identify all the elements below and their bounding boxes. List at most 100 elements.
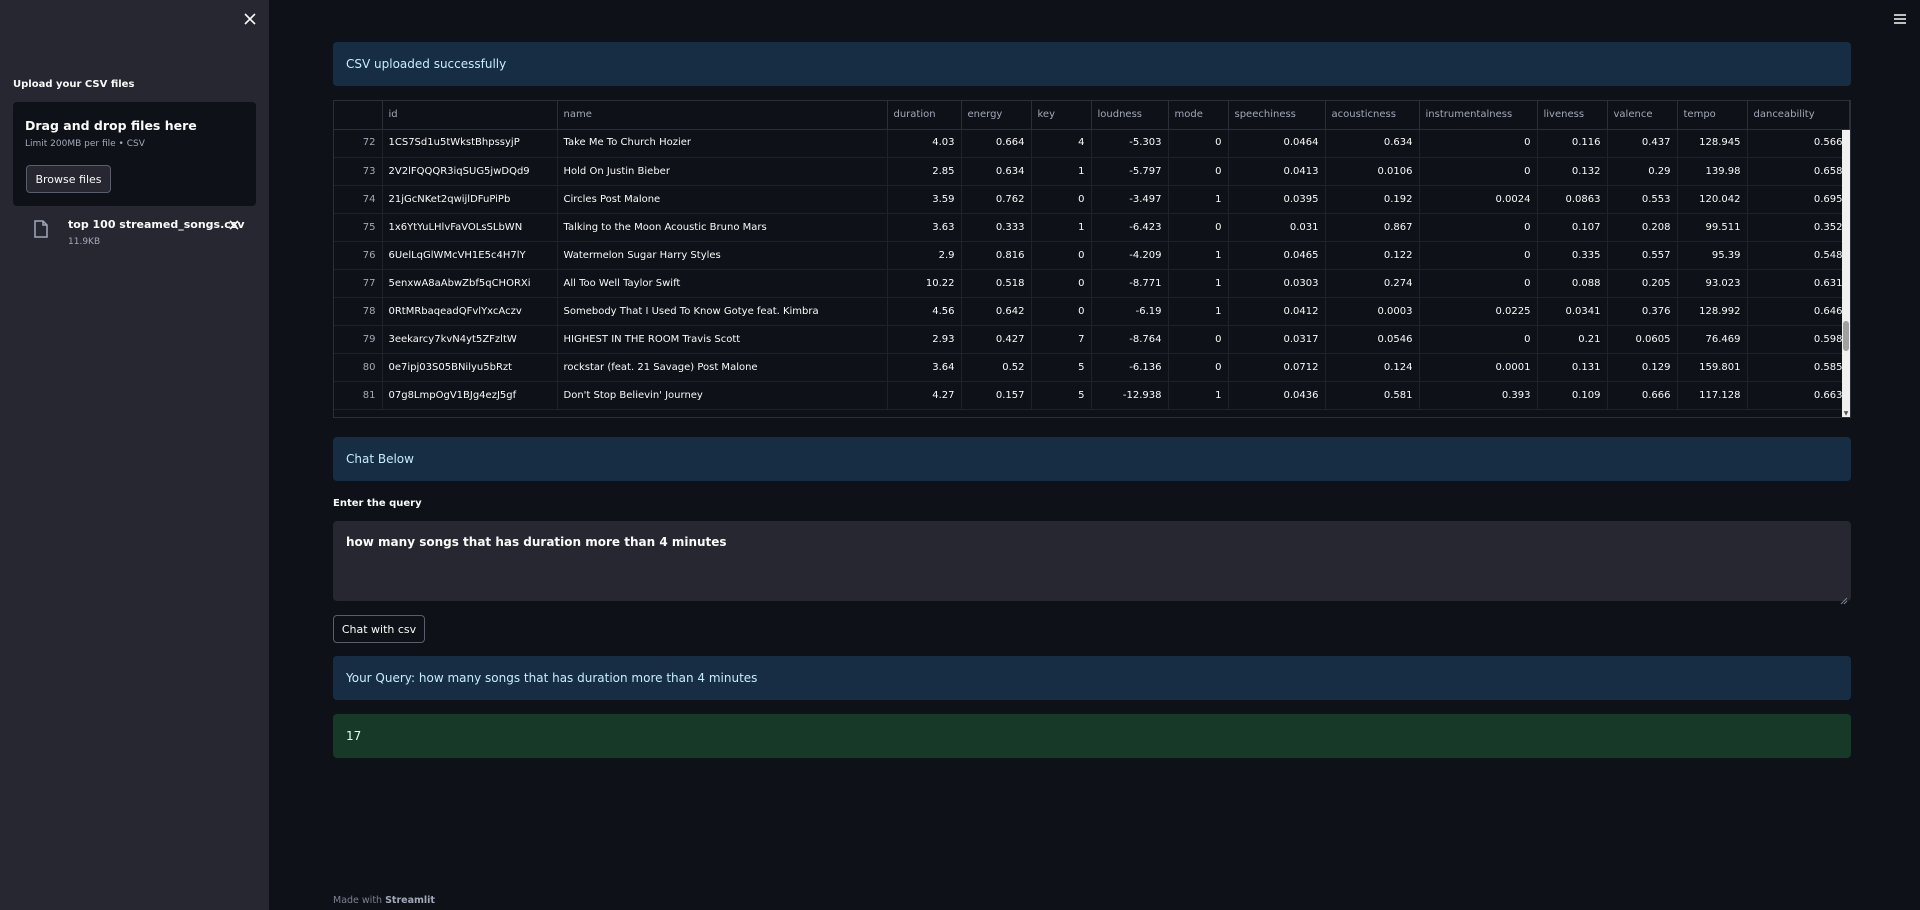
table-cell[interactable]: 0.29 xyxy=(1607,157,1678,186)
table-cell[interactable]: 0.0303 xyxy=(1228,269,1326,298)
table-cell[interactable]: 0 xyxy=(1419,129,1538,158)
table-row[interactable]: 79 3eekarcy7kvN4yt5ZFzltW HIGHEST IN THE R… xyxy=(334,325,1850,354)
scroll-down-icon[interactable]: ▼ xyxy=(1842,409,1850,417)
table-cell[interactable]: 0.0317 xyxy=(1228,325,1326,354)
table-row[interactable]: 72 1CS7Sd1u5tWkstBhpssyjP Take Me To Churc… xyxy=(334,129,1850,158)
column-header-acousticness[interactable]: acousticness xyxy=(1325,101,1420,130)
table-cell[interactable]: All Too Well Taylor Swift xyxy=(557,269,888,298)
table-cell[interactable]: 0.0024 xyxy=(1419,185,1538,214)
table-cell[interactable]: -4.209 xyxy=(1091,241,1169,270)
table-cell[interactable]: 1 xyxy=(1168,269,1229,298)
table-cell[interactable]: 0.585 xyxy=(1747,353,1850,382)
table-cell[interactable]: 0.646 xyxy=(1747,297,1850,326)
table-cell[interactable]: Hold On Justin Bieber xyxy=(557,157,888,186)
table-cell[interactable]: 0.157 xyxy=(961,381,1032,410)
table-cell[interactable]: 120.042 xyxy=(1677,185,1748,214)
table-row[interactable]: 80 0e7ipj03S05BNilyu5bRzt rockstar (feat. … xyxy=(334,353,1850,382)
table-cell[interactable]: 0 xyxy=(1031,269,1092,298)
table-cell[interactable]: 0.0001 xyxy=(1419,353,1538,382)
table-cell[interactable]: 21jGcNKet2qwijlDFuPiPb xyxy=(382,185,558,214)
file-dropzone[interactable]: Drag and drop files here Limit 200MB per… xyxy=(13,102,256,206)
table-cell[interactable]: 0 xyxy=(1031,185,1092,214)
table-cell[interactable]: Talking to the Moon Acoustic Bruno Mars xyxy=(557,213,888,242)
table-cell[interactable]: 128.945 xyxy=(1677,129,1748,158)
column-header-index[interactable] xyxy=(334,101,383,130)
table-cell[interactable]: 7 xyxy=(1031,325,1092,354)
table-row[interactable]: 77 5enxwA8aAbwZbf5qCHORXi All Too Well Tay… xyxy=(334,269,1850,298)
table-cell[interactable]: 95.39 xyxy=(1677,241,1748,270)
table-cell[interactable]: 159.801 xyxy=(1677,353,1748,382)
table-cell[interactable]: 79 xyxy=(334,325,383,354)
table-cell[interactable]: 0.0465 xyxy=(1228,241,1326,270)
table-cell[interactable]: 0.867 xyxy=(1325,213,1420,242)
table-cell[interactable]: 0.548 xyxy=(1747,241,1850,270)
table-cell[interactable]: 0.109 xyxy=(1537,381,1608,410)
table-cell[interactable]: 0.0712 xyxy=(1228,353,1326,382)
table-cell[interactable]: 0.192 xyxy=(1325,185,1420,214)
table-cell[interactable]: 0 xyxy=(1419,269,1538,298)
table-cell[interactable]: -5.797 xyxy=(1091,157,1169,186)
table-cell[interactable]: 07g8LmpOgV1BJg4ezJ5gf xyxy=(382,381,558,410)
table-cell[interactable]: 10.22 xyxy=(887,269,962,298)
table-cell[interactable]: 0.0341 xyxy=(1537,297,1608,326)
table-cell[interactable]: 0.0546 xyxy=(1325,325,1420,354)
table-cell[interactable]: 4.03 xyxy=(887,129,962,158)
table-cell[interactable]: 0.0106 xyxy=(1325,157,1420,186)
table-cell[interactable]: 0 xyxy=(1168,325,1229,354)
table-cell[interactable]: 0.598 xyxy=(1747,325,1850,354)
table-cell[interactable]: 0.0863 xyxy=(1537,185,1608,214)
table-cell[interactable]: Take Me To Church Hozier xyxy=(557,129,888,158)
table-cell[interactable]: 0 xyxy=(1419,213,1538,242)
table-cell[interactable]: 0.208 xyxy=(1607,213,1678,242)
table-cell[interactable]: Somebody That I Used To Know Gotye feat.… xyxy=(557,297,888,326)
table-cell[interactable]: 6UelLqGlWMcVH1E5c4H7lY xyxy=(382,241,558,270)
table-cell[interactable]: 5 xyxy=(1031,353,1092,382)
resize-handle-icon[interactable] xyxy=(1840,590,1848,605)
table-cell[interactable]: 0.0413 xyxy=(1228,157,1326,186)
table-cell[interactable]: 1 xyxy=(1168,381,1229,410)
data-table[interactable]: id name duration energy key loudness mode speec… xyxy=(333,100,1851,418)
table-cell[interactable]: 99.511 xyxy=(1677,213,1748,242)
column-header-danceability[interactable]: danceability xyxy=(1747,101,1850,130)
table-cell[interactable]: 0.634 xyxy=(961,157,1032,186)
table-cell[interactable]: 0.666 xyxy=(1607,381,1678,410)
table-cell[interactable]: 2.93 xyxy=(887,325,962,354)
table-cell[interactable]: 0.122 xyxy=(1325,241,1420,270)
table-cell[interactable]: 74 xyxy=(334,185,383,214)
table-cell[interactable]: 0.031 xyxy=(1228,213,1326,242)
table-cell[interactable]: 0.132 xyxy=(1537,157,1608,186)
table-cell[interactable]: 3.59 xyxy=(887,185,962,214)
table-cell[interactable]: 0.0605 xyxy=(1607,325,1678,354)
table-cell[interactable]: -6.423 xyxy=(1091,213,1169,242)
column-header-valence[interactable]: valence xyxy=(1607,101,1678,130)
table-cell[interactable]: 0.437 xyxy=(1607,129,1678,158)
table-cell[interactable]: 139.98 xyxy=(1677,157,1748,186)
table-row[interactable]: 73 2V2lFQQQR3iqSUG5jwDQd9 Hold On Justin B… xyxy=(334,157,1850,186)
table-cell[interactable]: 0 xyxy=(1168,129,1229,158)
column-header-energy[interactable]: energy xyxy=(961,101,1032,130)
chat-with-csv-button[interactable]: Chat with csv xyxy=(333,615,425,643)
table-cell[interactable]: 3eekarcy7kvN4yt5ZFzltW xyxy=(382,325,558,354)
table-cell[interactable]: 77 xyxy=(334,269,383,298)
table-cell[interactable]: 0.393 xyxy=(1419,381,1538,410)
table-cell[interactable]: 128.992 xyxy=(1677,297,1748,326)
table-cell[interactable]: 0e7ipj03S05BNilyu5bRzt xyxy=(382,353,558,382)
table-cell[interactable]: 1x6YtYuLHlvFaVOLsSLbWN xyxy=(382,213,558,242)
table-cell[interactable]: 0.816 xyxy=(961,241,1032,270)
table-cell[interactable]: 0.553 xyxy=(1607,185,1678,214)
table-row[interactable]: 76 6UelLqGlWMcVH1E5c4H7lY Watermelon Sugar… xyxy=(334,241,1850,270)
table-cell[interactable]: 0.634 xyxy=(1325,129,1420,158)
table-cell[interactable]: 0.088 xyxy=(1537,269,1608,298)
table-cell[interactable]: 0.0395 xyxy=(1228,185,1326,214)
table-cell[interactable]: rockstar (feat. 21 Savage) Post Malone xyxy=(557,353,888,382)
table-cell[interactable]: 0.205 xyxy=(1607,269,1678,298)
table-cell[interactable]: 0.52 xyxy=(961,353,1032,382)
column-header-key[interactable]: key xyxy=(1031,101,1092,130)
table-cell[interactable]: 0.21 xyxy=(1537,325,1608,354)
table-cell[interactable]: 0 xyxy=(1168,213,1229,242)
table-cell[interactable]: 0 xyxy=(1419,157,1538,186)
table-cell[interactable]: -8.764 xyxy=(1091,325,1169,354)
table-row[interactable]: 81 07g8LmpOgV1BJg4ezJ5gf Don't Stop Believ… xyxy=(334,381,1850,410)
table-cell[interactable]: 0.335 xyxy=(1537,241,1608,270)
table-cell[interactable]: 0.664 xyxy=(961,129,1032,158)
